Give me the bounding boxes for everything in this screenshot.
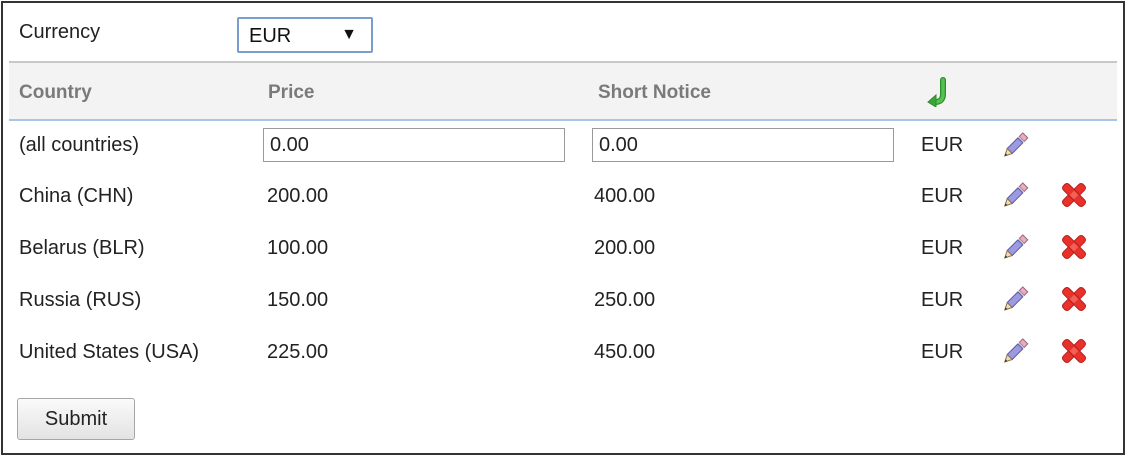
row-country: Belarus (BLR)	[19, 237, 145, 259]
delete-x-icon[interactable]	[1058, 335, 1090, 367]
currency-row: Currency EUR ▼	[3, 3, 1123, 61]
submit-button[interactable]: Submit	[17, 398, 135, 440]
dropdown-arrow-icon: ▼	[341, 26, 357, 43]
row-currency: EUR	[921, 185, 964, 207]
pencil-icon[interactable]	[999, 283, 1031, 315]
row-price: 150.00	[267, 289, 329, 311]
table-row: Russia (RUS) 150.00 250.00 EUR	[3, 275, 1123, 325]
row-price: 225.00	[267, 341, 329, 363]
pencil-icon[interactable]	[999, 231, 1031, 263]
table-row: Belarus (BLR) 100.00 200.00 EUR	[3, 223, 1123, 273]
column-header-short-notice: Short Notice	[598, 82, 711, 103]
row-country: China (CHN)	[19, 185, 134, 207]
row-short-notice: 250.00	[594, 289, 656, 311]
table-row-default: (all countries) EUR	[3, 121, 1123, 171]
table-row: China (CHN) 200.00 400.00 EUR	[3, 171, 1123, 221]
row-country: (all countries)	[19, 134, 140, 156]
default-price-input[interactable]	[263, 128, 565, 162]
row-short-notice: 450.00	[594, 341, 656, 363]
row-currency: EUR	[921, 134, 964, 156]
row-short-notice: 200.00	[594, 237, 656, 259]
pencil-icon[interactable]	[999, 179, 1031, 211]
price-form: Currency EUR ▼ Country Price Short Notic…	[1, 1, 1125, 455]
currency-select-value: EUR	[249, 25, 292, 47]
delete-x-icon[interactable]	[1058, 179, 1090, 211]
row-currency: EUR	[921, 237, 964, 259]
row-country: Russia (RUS)	[19, 289, 142, 311]
table-row: United States (USA) 225.00 450.00 EUR	[3, 327, 1123, 377]
pencil-icon[interactable]	[999, 129, 1031, 161]
row-price: 100.00	[267, 237, 329, 259]
table-header: Country Price Short Notice	[9, 61, 1117, 121]
default-short-notice-input[interactable]	[592, 128, 894, 162]
row-currency: EUR	[921, 289, 964, 311]
currency-select[interactable]: EUR ▼	[237, 17, 373, 53]
undo-arrow-icon[interactable]	[925, 77, 953, 107]
column-header-price: Price	[268, 82, 315, 103]
column-header-country: Country	[19, 82, 92, 103]
row-currency: EUR	[921, 341, 964, 363]
currency-label: Currency	[19, 21, 101, 43]
row-price: 200.00	[267, 185, 329, 207]
delete-x-icon[interactable]	[1058, 283, 1090, 315]
row-short-notice: 400.00	[594, 185, 656, 207]
row-country: United States (USA)	[19, 341, 200, 363]
pencil-icon[interactable]	[999, 335, 1031, 367]
delete-x-icon[interactable]	[1058, 231, 1090, 263]
